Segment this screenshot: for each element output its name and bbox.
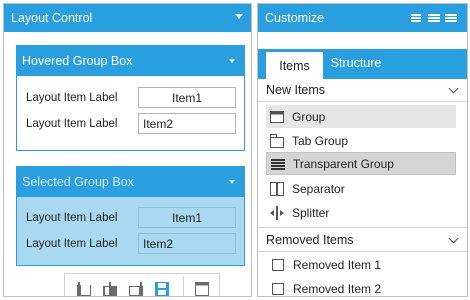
layout-item-label: Layout Item Label	[26, 237, 118, 250]
layout-control-panel: Layout Control Hovered Group Box Layout …	[3, 3, 252, 297]
collapse-arrow-icon[interactable]	[229, 59, 235, 63]
transparent-group-icon	[271, 158, 285, 170]
new-item-transparent-group[interactable]: Transparent Group	[266, 152, 456, 175]
layout-control-header[interactable]: Layout Control	[4, 4, 251, 32]
layout-item[interactable]: Layout Item Label Item2	[26, 233, 236, 254]
dropdown-arrow-icon[interactable]	[235, 14, 243, 19]
removed-items-title: Removed Items	[266, 232, 354, 247]
align-left-icon[interactable]	[77, 282, 91, 296]
new-item-tab-group[interactable]: Tab Group	[266, 129, 456, 152]
list-item-label: Splitter	[292, 205, 330, 220]
save-icon[interactable]	[155, 282, 169, 296]
layout-item-field[interactable]: Item2	[138, 113, 236, 134]
customize-title: Customize	[265, 11, 325, 25]
maximize-icon[interactable]	[195, 282, 209, 296]
checkbox[interactable]	[272, 258, 284, 271]
removed-item[interactable]: Removed Item 2	[266, 277, 456, 296]
separator-icon	[270, 181, 284, 196]
layout-item[interactable]: Layout Item Label Item1	[26, 87, 236, 108]
layout-item-label: Layout Item Label	[26, 211, 118, 224]
checkbox[interactable]	[272, 282, 284, 295]
selected-group-header[interactable]: Selected Group Box	[17, 167, 244, 197]
new-item-group[interactable]: Group	[266, 105, 456, 128]
tab-items[interactable]: Items	[266, 52, 323, 79]
new-item-separator[interactable]: Separator	[266, 177, 456, 200]
list-item-label: Group	[292, 109, 326, 124]
group-icon	[270, 110, 284, 123]
list-item-label: Removed Item 2	[293, 281, 382, 296]
view-options-icon[interactable]	[411, 14, 457, 22]
hovered-group-box[interactable]: Hovered Group Box Layout Item Label Item…	[16, 45, 245, 151]
hovered-group-header[interactable]: Hovered Group Box	[17, 46, 244, 76]
new-items-title: New Items	[266, 82, 326, 97]
tab-structure[interactable]: Structure	[328, 51, 384, 75]
layout-item-label: Layout Item Label	[26, 117, 118, 130]
customize-header: Customize	[258, 4, 467, 32]
alignment-toolbar	[64, 273, 220, 296]
new-item-splitter[interactable]: Splitter	[266, 201, 456, 224]
layout-item-label: Layout Item Label	[26, 91, 118, 104]
align-center-icon[interactable]	[103, 282, 117, 296]
tab-items-label: Items	[279, 58, 310, 73]
align-right-icon[interactable]	[129, 282, 143, 296]
list-item-label: Transparent Group	[293, 156, 394, 171]
header-gap	[258, 32, 467, 49]
customize-panel: Customize Items Structure New Items Grou…	[257, 3, 468, 297]
toolbar-divider	[183, 276, 184, 296]
layout-control-title: Layout Control	[11, 11, 93, 25]
list-item-label: Separator	[292, 181, 345, 196]
layout-item[interactable]: Layout Item Label Item1	[26, 207, 236, 228]
chevron-down-icon[interactable]	[448, 83, 459, 94]
layout-item-field[interactable]: Item1	[138, 207, 236, 228]
removed-items-header[interactable]: Removed Items	[258, 228, 467, 252]
tab-structure-label: Structure	[330, 56, 382, 70]
splitter-icon	[270, 205, 284, 220]
chevron-down-icon[interactable]	[448, 233, 459, 244]
removed-item[interactable]: Removed Item 1	[266, 253, 456, 276]
tab-strip: Items Structure	[258, 49, 467, 79]
collapse-arrow-icon[interactable]	[229, 180, 235, 184]
layout-item-field[interactable]: Item2	[138, 233, 236, 254]
new-items-header[interactable]: New Items	[258, 78, 467, 102]
selected-group-box[interactable]: Selected Group Box Layout Item Label Ite…	[16, 166, 245, 266]
layout-item[interactable]: Layout Item Label Item2	[26, 113, 236, 134]
layout-item-field[interactable]: Item1	[138, 87, 236, 108]
selected-group-title: Selected Group Box	[22, 175, 134, 189]
list-item-label: Tab Group	[292, 133, 349, 148]
hovered-group-title: Hovered Group Box	[22, 54, 133, 68]
list-item-label: Removed Item 1	[293, 257, 382, 272]
tab-group-icon	[270, 133, 284, 148]
